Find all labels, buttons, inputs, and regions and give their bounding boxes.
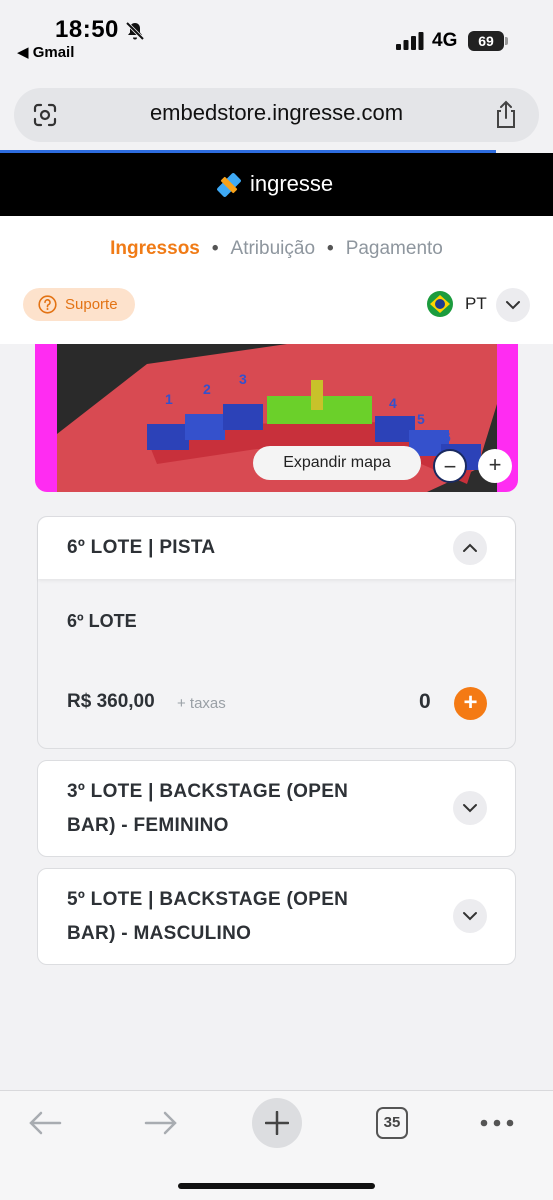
signal-icon [396, 32, 424, 50]
expand-button[interactable] [453, 899, 487, 933]
checkout-steps: Ingressos • Atribuição • Pagamento [0, 238, 553, 260]
lot-name: 6º LOTE [67, 611, 137, 631]
ticket-title-line2: BAR) - FEMININO [67, 815, 229, 836]
brand-name: ingresse [250, 171, 334, 196]
brand-header: ingresse [0, 153, 553, 216]
support-label: Suporte [65, 296, 118, 313]
svg-text:3: 3 [239, 371, 247, 387]
more-options-icon[interactable] [480, 1119, 514, 1127]
ticket-quantity: 0 [419, 690, 431, 713]
chevron-down-icon [463, 912, 477, 921]
url-text: embedstore.ingresse.com [149, 100, 404, 125]
collapse-button[interactable] [453, 531, 487, 565]
ticket-card-backstage-masculino[interactable]: 5º LOTE | BACKSTAGE (OPEN BAR) - MASCULI… [37, 868, 516, 965]
ticket-title-line2: BAR) - MASCULINO [67, 923, 252, 944]
language-dropdown-button[interactable] [496, 288, 530, 322]
zoom-out-button[interactable]: − [433, 449, 467, 483]
svg-text:6: 6 [443, 429, 451, 445]
fees-label: + taxas [177, 695, 226, 712]
language-code[interactable]: PT [465, 294, 487, 314]
back-to-app-link[interactable]: ◀ Gmail [17, 43, 74, 61]
ticket-title-line1: 5º LOTE | BACKSTAGE (OPEN [67, 889, 349, 910]
chevron-up-icon [463, 543, 477, 552]
network-type: 4G [432, 30, 458, 51]
ticket-card-header[interactable]: 6º LOTE | PISTA [38, 517, 515, 579]
expand-button[interactable] [453, 791, 487, 825]
step-separator: • [211, 238, 219, 259]
step-pagamento[interactable]: Pagamento [346, 238, 443, 260]
back-arrow-icon[interactable] [28, 1111, 62, 1135]
address-bar[interactable]: embedstore.ingresse.com [14, 88, 539, 142]
plus-icon [265, 1111, 289, 1135]
home-indicator [178, 1183, 375, 1189]
ticket-card-pista: 6º LOTE | PISTA 6º LOTE R$ 360,00 + taxa… [37, 516, 516, 749]
status-time: 18:50 [55, 16, 119, 43]
support-button[interactable]: Suporte [23, 288, 135, 321]
svg-text:1: 1 [165, 391, 173, 407]
ticket-title: 6º LOTE | PISTA [67, 537, 216, 558]
chevron-down-icon [506, 301, 520, 310]
bell-off-icon [125, 21, 145, 41]
ticket-card-backstage-feminino[interactable]: 3º LOTE | BACKSTAGE (OPEN BAR) - FEMININ… [37, 760, 516, 857]
battery-cap [505, 37, 508, 45]
step-separator: • [327, 238, 334, 259]
ticket-price: R$ 360,00 [67, 691, 155, 712]
status-bar: 18:50 ◀ Gmail 4G 69 [0, 0, 553, 80]
battery-level: 69 [468, 31, 504, 51]
add-ticket-button[interactable]: + [454, 687, 487, 720]
step-ingressos[interactable]: Ingressos [110, 238, 200, 260]
checkout-header: Ingressos • Atribuição • Pagamento Suporte P… [0, 216, 553, 344]
svg-text:5: 5 [417, 411, 425, 427]
chevron-down-icon [463, 804, 477, 813]
brazil-flag-icon [427, 291, 453, 317]
zoom-in-button[interactable]: + [478, 449, 512, 483]
expand-map-button[interactable]: Expandir mapa [253, 446, 421, 480]
new-tab-button[interactable] [252, 1098, 302, 1148]
battery-icon: 69 [468, 31, 508, 51]
forward-arrow-icon[interactable] [144, 1111, 178, 1135]
ticket-title-line1: 3º LOTE | BACKSTAGE (OPEN [67, 781, 349, 802]
step-atribuicao[interactable]: Atribuição [231, 238, 316, 260]
share-icon[interactable] [493, 100, 519, 130]
tab-switcher-button[interactable]: 35 [376, 1107, 408, 1139]
svg-text:2: 2 [203, 381, 211, 397]
ingresse-logo-icon [217, 173, 241, 197]
help-icon [38, 295, 57, 314]
svg-text:4: 4 [389, 395, 397, 411]
